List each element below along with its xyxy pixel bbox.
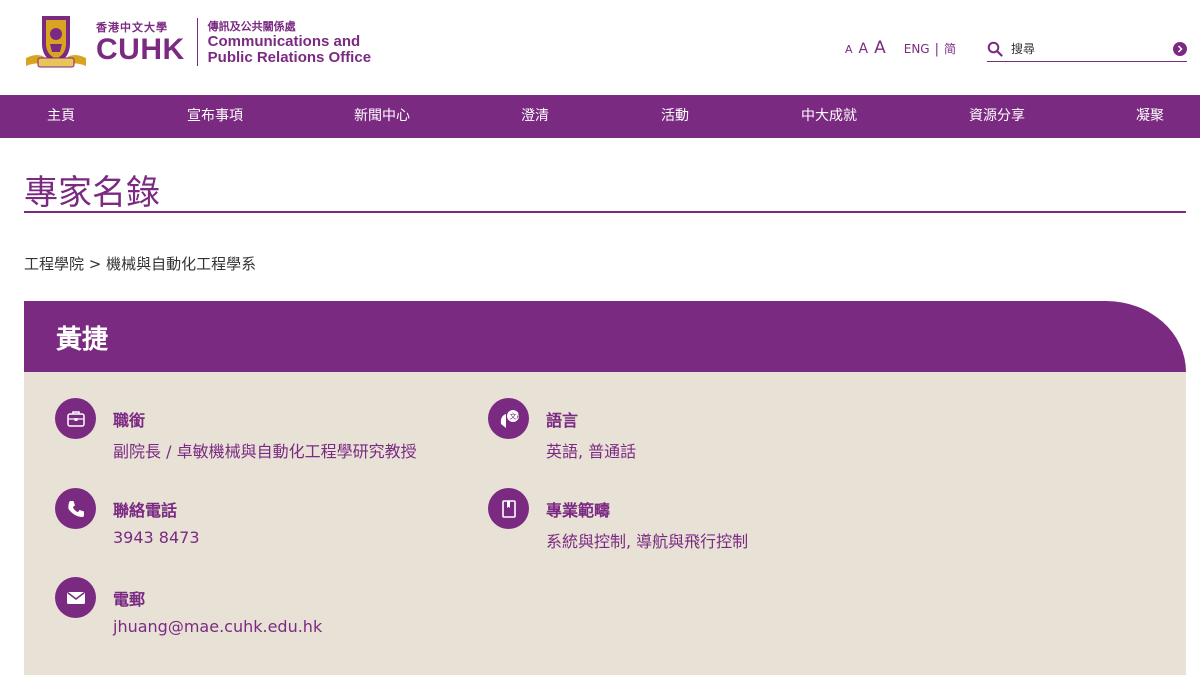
office-name-en-line2: Public Relations Office — [207, 49, 372, 66]
nav-item-home[interactable]: 主頁 — [47, 95, 75, 138]
font-size-small-button[interactable]: A — [845, 43, 853, 56]
search-bar — [987, 36, 1187, 62]
search-submit-icon[interactable] — [1173, 41, 1187, 56]
page-title: 專家名錄 — [24, 173, 160, 213]
expert-card-header: 黃捷 — [24, 301, 1186, 372]
position-label: 職銜 — [113, 411, 146, 430]
office-name-zh: 傳訊及公共關係處 — [207, 20, 296, 33]
phone-value: 3943 8473 — [113, 528, 200, 547]
nav-item-clarifications[interactable]: 澄清 — [521, 95, 549, 138]
breadcrumb: 工程學院 > 機械與自動化工程學系 — [24, 253, 256, 274]
lang-english-link[interactable]: ENG — [904, 42, 930, 56]
main-nav: 主頁 宣布事項 新聞中心 澄清 活動 中大成就 資源分享 凝聚 — [0, 95, 1200, 138]
language-label: 語言 — [546, 411, 579, 430]
search-icon — [987, 41, 1003, 57]
breadcrumb-faculty[interactable]: 工程學院 — [24, 255, 84, 273]
breadcrumb-department[interactable]: 機械與自動化工程學系 — [106, 255, 256, 273]
nav-item-announcements[interactable]: 宣布事項 — [187, 95, 243, 138]
breadcrumb-separator: > — [88, 255, 102, 273]
site-header: 香港中文大學 CUHK 傳訊及公共關係處 Communications and … — [0, 0, 1200, 95]
cuhk-logo[interactable]: 香港中文大學 CUHK 傳訊及公共關係處 Communications and … — [24, 14, 371, 70]
nav-item-press-centre[interactable]: 新聞中心 — [354, 95, 410, 138]
language-value: 英語, 普通話 — [546, 442, 637, 461]
svg-text:文A: 文A — [509, 411, 521, 420]
briefcase-icon — [55, 398, 96, 439]
envelope-icon — [55, 577, 96, 618]
font-size-medium-button[interactable]: A — [859, 41, 869, 57]
book-icon — [488, 488, 529, 529]
nav-item-events[interactable]: 活動 — [661, 95, 689, 138]
search-input[interactable] — [1011, 41, 1161, 56]
nav-item-achievements[interactable]: 中大成就 — [801, 95, 857, 138]
position-value: 副院長 / 卓敏機械與自動化工程學研究教授 — [113, 442, 417, 461]
expert-name: 黃捷 — [56, 325, 109, 355]
header-tools: A A A ENG | 简 — [845, 38, 956, 58]
university-abbr: CUHK — [96, 33, 185, 66]
phone-icon — [55, 488, 96, 529]
font-size-large-button[interactable]: A — [874, 38, 886, 58]
nav-item-resources[interactable]: 資源分享 — [969, 95, 1025, 138]
lang-separator: | — [934, 42, 939, 57]
title-divider — [24, 211, 1186, 213]
phone-label: 聯絡電話 — [113, 501, 178, 520]
email-link[interactable]: jhuang@mae.cuhk.edu.hk — [113, 617, 322, 636]
cuhk-crest-icon — [24, 14, 88, 70]
nav-item-connect[interactable]: 凝聚 — [1136, 95, 1164, 138]
email-label: 電郵 — [113, 590, 146, 609]
speech-translate-icon: 文A — [488, 398, 529, 439]
logo-divider — [196, 18, 198, 66]
expert-card-body: 職銜 副院長 / 卓敏機械與自動化工程學研究教授 聯絡電話 3943 8473 … — [24, 372, 1186, 675]
office-name-en-line1: Communications and — [207, 33, 361, 50]
expertise-value: 系統與控制, 導航與飛行控制 — [546, 532, 749, 551]
lang-simplified-link[interactable]: 简 — [944, 40, 956, 57]
expertise-label: 專業範疇 — [546, 501, 611, 520]
